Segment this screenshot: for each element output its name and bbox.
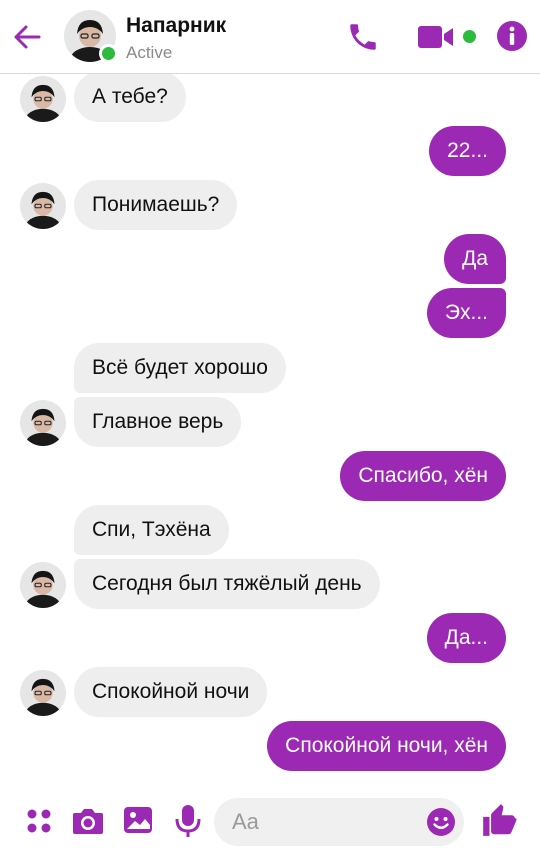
back-arrow-icon[interactable] (12, 22, 42, 52)
camera-icon[interactable] (71, 805, 105, 837)
microphone-icon[interactable] (174, 803, 202, 839)
outgoing-message[interactable]: Да... (426, 613, 506, 663)
incoming-message[interactable]: Спокойной ночи (74, 667, 268, 717)
contact-status: Active (126, 43, 173, 62)
sender-avatar (20, 670, 66, 716)
outgoing-message[interactable]: Спокойной ночи, хён (267, 721, 506, 771)
phone-icon[interactable] (346, 20, 380, 54)
video-available-dot (463, 30, 476, 43)
sender-avatar (20, 400, 66, 446)
outgoing-message[interactable]: Эх... (426, 288, 506, 338)
chat-header: Напарник Active (0, 0, 540, 74)
apps-icon[interactable] (24, 806, 54, 836)
outgoing-message[interactable]: Спасибо, хён (340, 451, 506, 501)
incoming-message[interactable]: Всё будет хорошо (74, 343, 286, 393)
outgoing-message[interactable]: Да (444, 234, 506, 284)
incoming-message[interactable]: Спи, Тэхёна (74, 505, 229, 555)
video-camera-icon[interactable] (416, 22, 456, 52)
sender-avatar (20, 562, 66, 608)
incoming-message[interactable]: Главное верь (74, 397, 242, 447)
incoming-message[interactable]: А тебе? (74, 72, 186, 122)
outgoing-message[interactable]: 22... (429, 126, 506, 176)
online-indicator (99, 44, 118, 63)
message-input-placeholder: Aa (232, 809, 259, 834)
emoji-icon[interactable] (426, 807, 456, 837)
incoming-message[interactable]: Сегодня был тяжёлый день (74, 559, 380, 609)
image-icon[interactable] (122, 804, 154, 836)
info-icon[interactable] (496, 20, 528, 52)
thumbs-up-icon[interactable] (480, 801, 518, 839)
contact-name: Напарник (126, 14, 227, 37)
sender-avatar (20, 76, 66, 122)
sender-avatar (20, 183, 66, 229)
incoming-message[interactable]: Понимаешь? (74, 180, 238, 230)
